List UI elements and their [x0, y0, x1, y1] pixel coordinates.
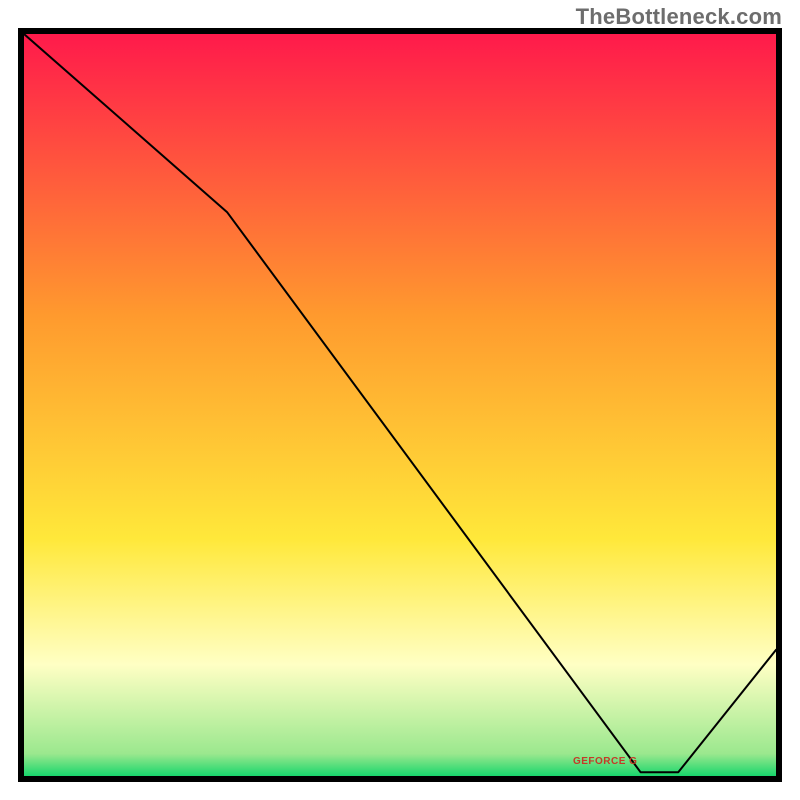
- chart-stage: TheBottleneck.com GEFORCE G: [0, 0, 800, 800]
- attribution-watermark: TheBottleneck.com: [576, 4, 782, 30]
- plot-area: GEFORCE G: [18, 28, 782, 782]
- annotation-label: GEFORCE G: [573, 756, 638, 767]
- bottleneck-line: [24, 34, 776, 776]
